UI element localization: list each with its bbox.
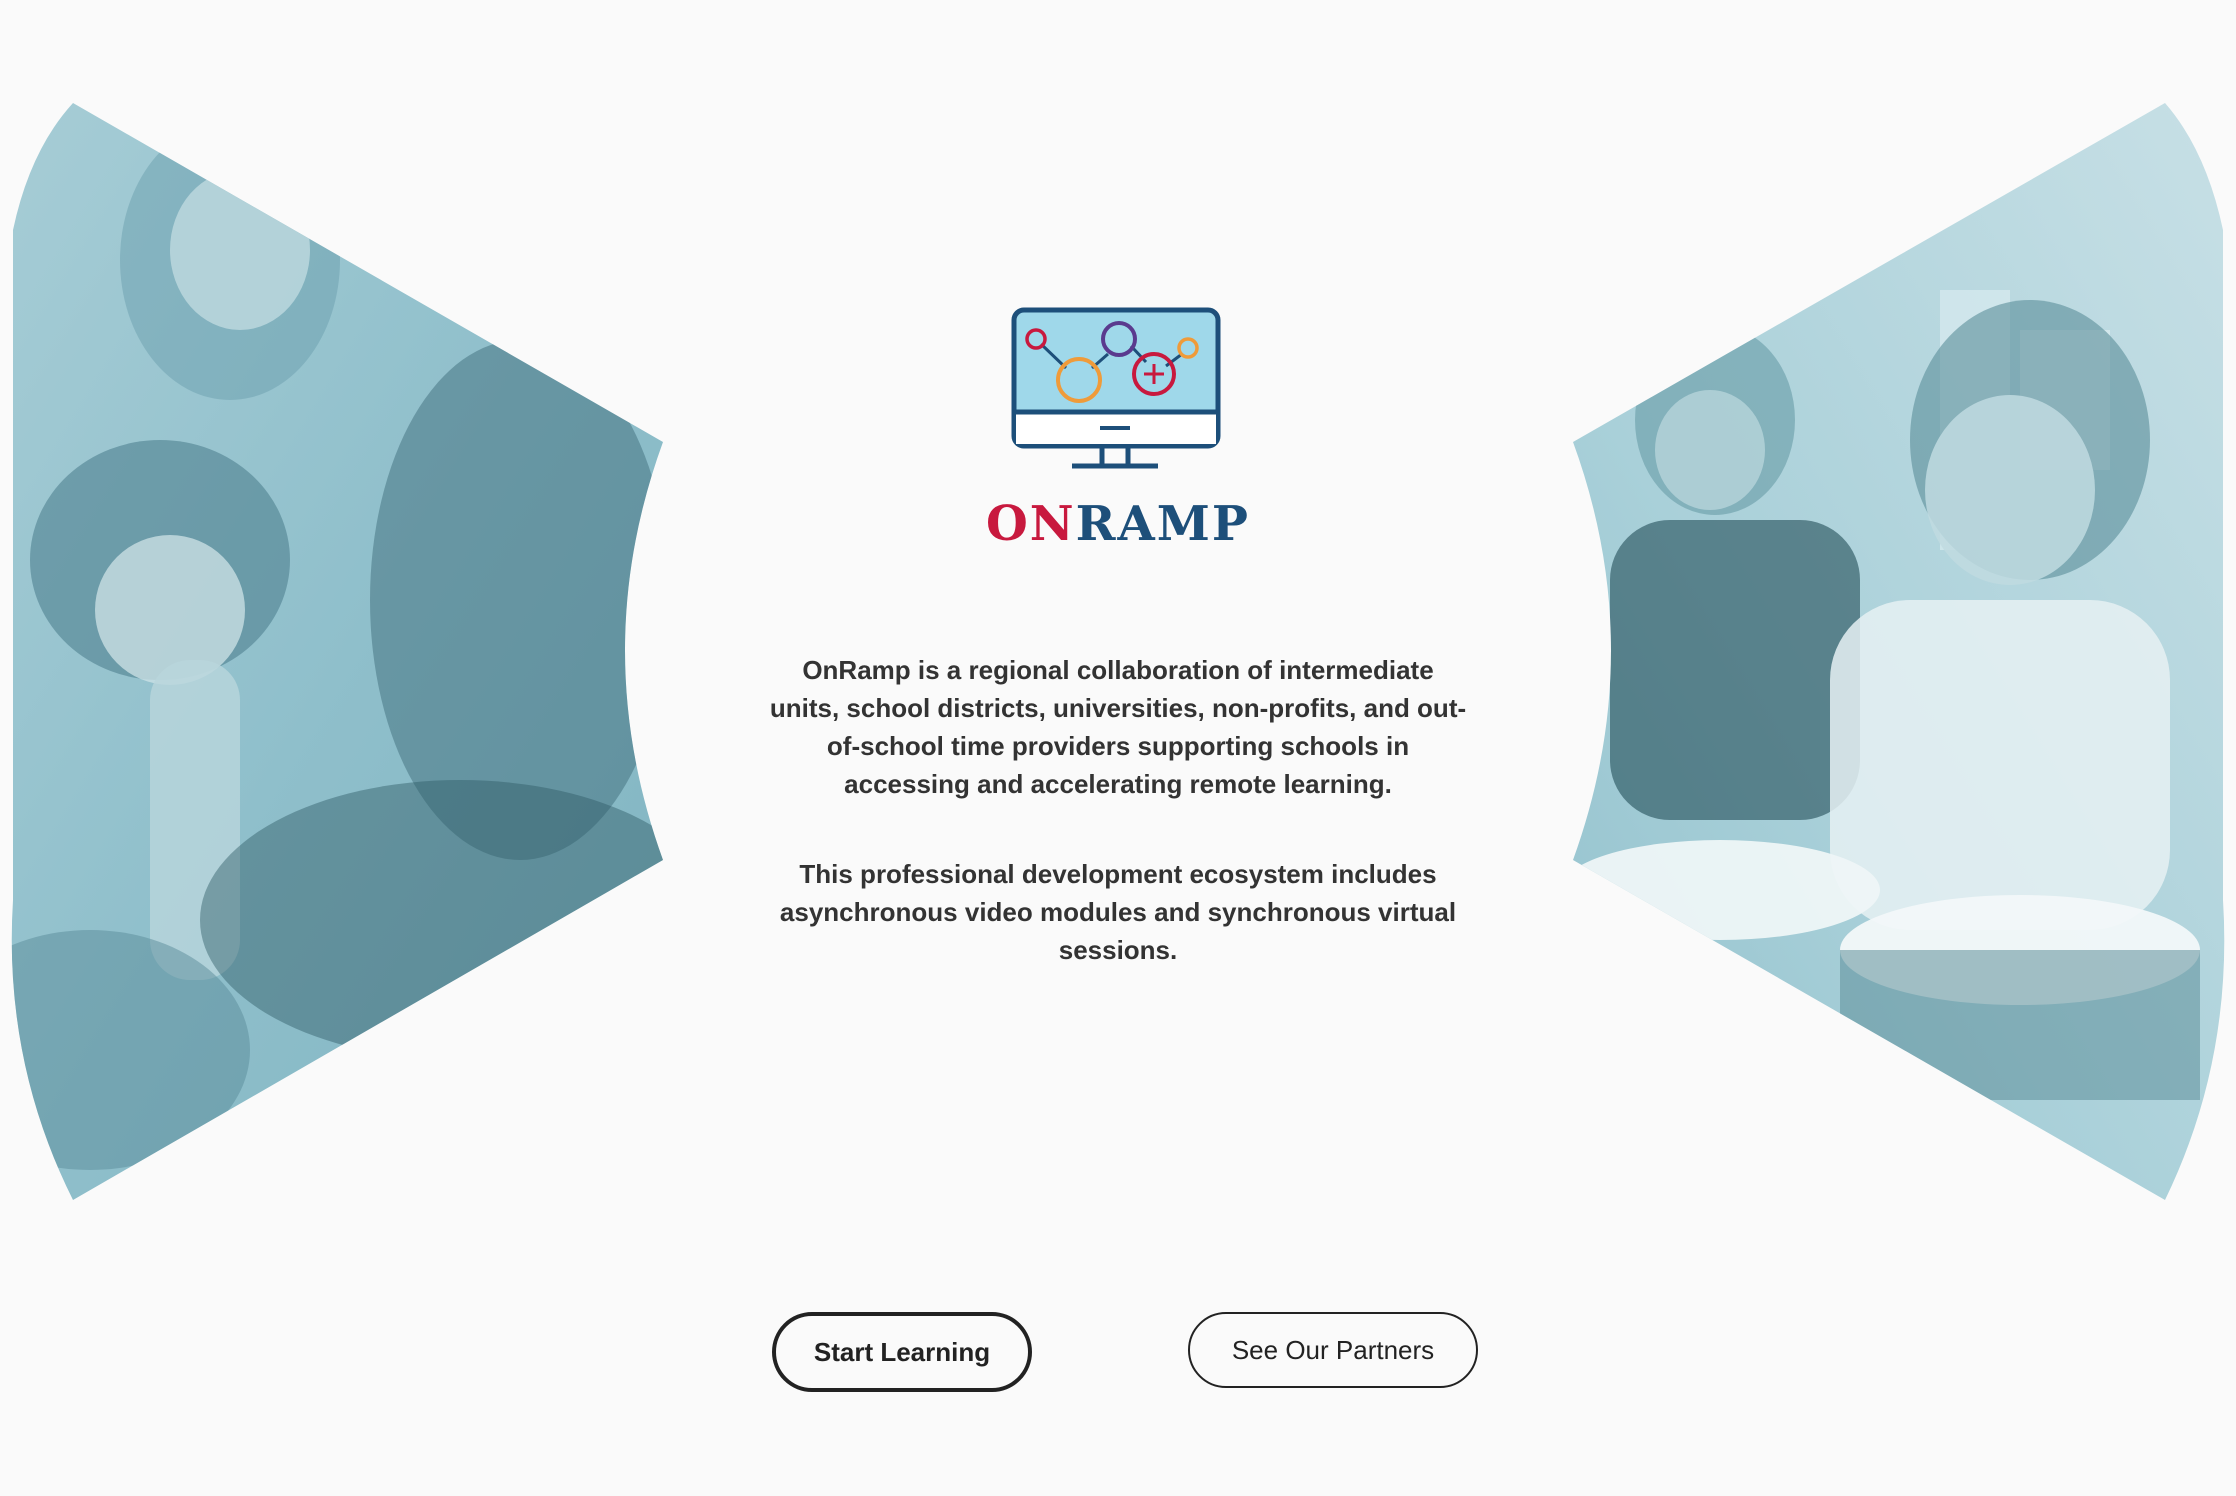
brand-name-part-1: ON — [985, 496, 1076, 552]
landing-page: ONRAMP OnRamp is a regional collaboratio… — [0, 0, 2236, 1496]
intro-paragraph-2: This professional development ecosystem … — [779, 859, 1457, 965]
brand-wordmark: ONRAMP — [0, 500, 2236, 548]
intro-paragraph-1: OnRamp is a regional collaboration of in… — [769, 655, 1467, 799]
start-learning-button[interactable]: Start Learning — [772, 1312, 1032, 1392]
see-our-partners-button[interactable]: See Our Partners — [1188, 1312, 1478, 1388]
brand-name-part-2: RAMP — [1075, 496, 1251, 552]
computer-monitor-network-icon — [1011, 307, 1221, 469]
